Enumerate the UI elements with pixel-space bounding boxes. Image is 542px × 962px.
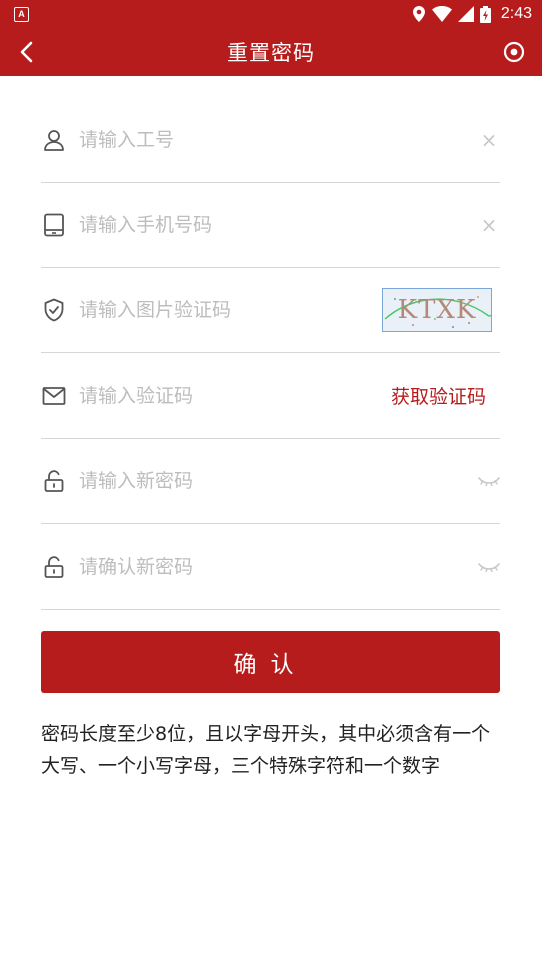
captcha-image[interactable]: KTXK xyxy=(382,287,492,332)
password-rules-hint: 密码长度至少8位，且以字母开头，其中必须含有一个大写、一个小写字母，三个特殊字符… xyxy=(41,723,491,777)
eye-closed-icon[interactable] xyxy=(478,476,500,486)
location-icon xyxy=(412,6,425,22)
lock-icon xyxy=(41,468,67,494)
clear-phone-icon[interactable]: × xyxy=(478,213,500,237)
app-notification-icon: A xyxy=(14,6,29,22)
new-password-input[interactable] xyxy=(79,469,478,492)
back-button[interactable] xyxy=(10,36,42,68)
sms-code-row: 获取验证码 xyxy=(41,353,500,439)
captcha-text: KTXK xyxy=(397,294,477,325)
target-icon xyxy=(503,41,525,63)
confirm-button[interactable]: 确认 xyxy=(41,631,500,693)
sms-code-input[interactable] xyxy=(79,384,391,407)
wifi-icon xyxy=(431,6,452,22)
get-code-button[interactable]: 获取验证码 xyxy=(391,382,486,409)
tablet-icon xyxy=(41,212,67,238)
page-title: 重置密码 xyxy=(227,41,315,65)
mail-icon xyxy=(41,383,67,409)
battery-icon xyxy=(479,5,491,23)
confirm-password-input[interactable] xyxy=(79,555,478,578)
eye-closed-icon[interactable] xyxy=(478,562,500,572)
shield-check-icon xyxy=(41,297,67,323)
new-password-row xyxy=(41,438,500,524)
confirm-password-row xyxy=(41,524,500,610)
status-icons: 2:43 xyxy=(412,5,532,23)
app-bar: 重置密码 xyxy=(0,28,542,76)
clear-employee-id-icon[interactable]: × xyxy=(478,128,500,152)
clock: 2:43 xyxy=(500,5,532,22)
phone-input[interactable] xyxy=(79,213,478,236)
user-icon xyxy=(41,127,67,153)
image-captcha-row: KTXK xyxy=(41,267,500,353)
employee-id-row: × xyxy=(41,97,500,183)
signal-icon xyxy=(457,6,474,22)
status-bar: A 2:43 xyxy=(0,0,542,28)
image-captcha-input[interactable] xyxy=(79,298,382,321)
phone-row: × xyxy=(41,182,500,268)
target-button[interactable] xyxy=(500,38,528,66)
chevron-left-icon xyxy=(20,41,33,63)
lock-icon xyxy=(41,554,67,580)
employee-id-input[interactable] xyxy=(79,128,478,151)
